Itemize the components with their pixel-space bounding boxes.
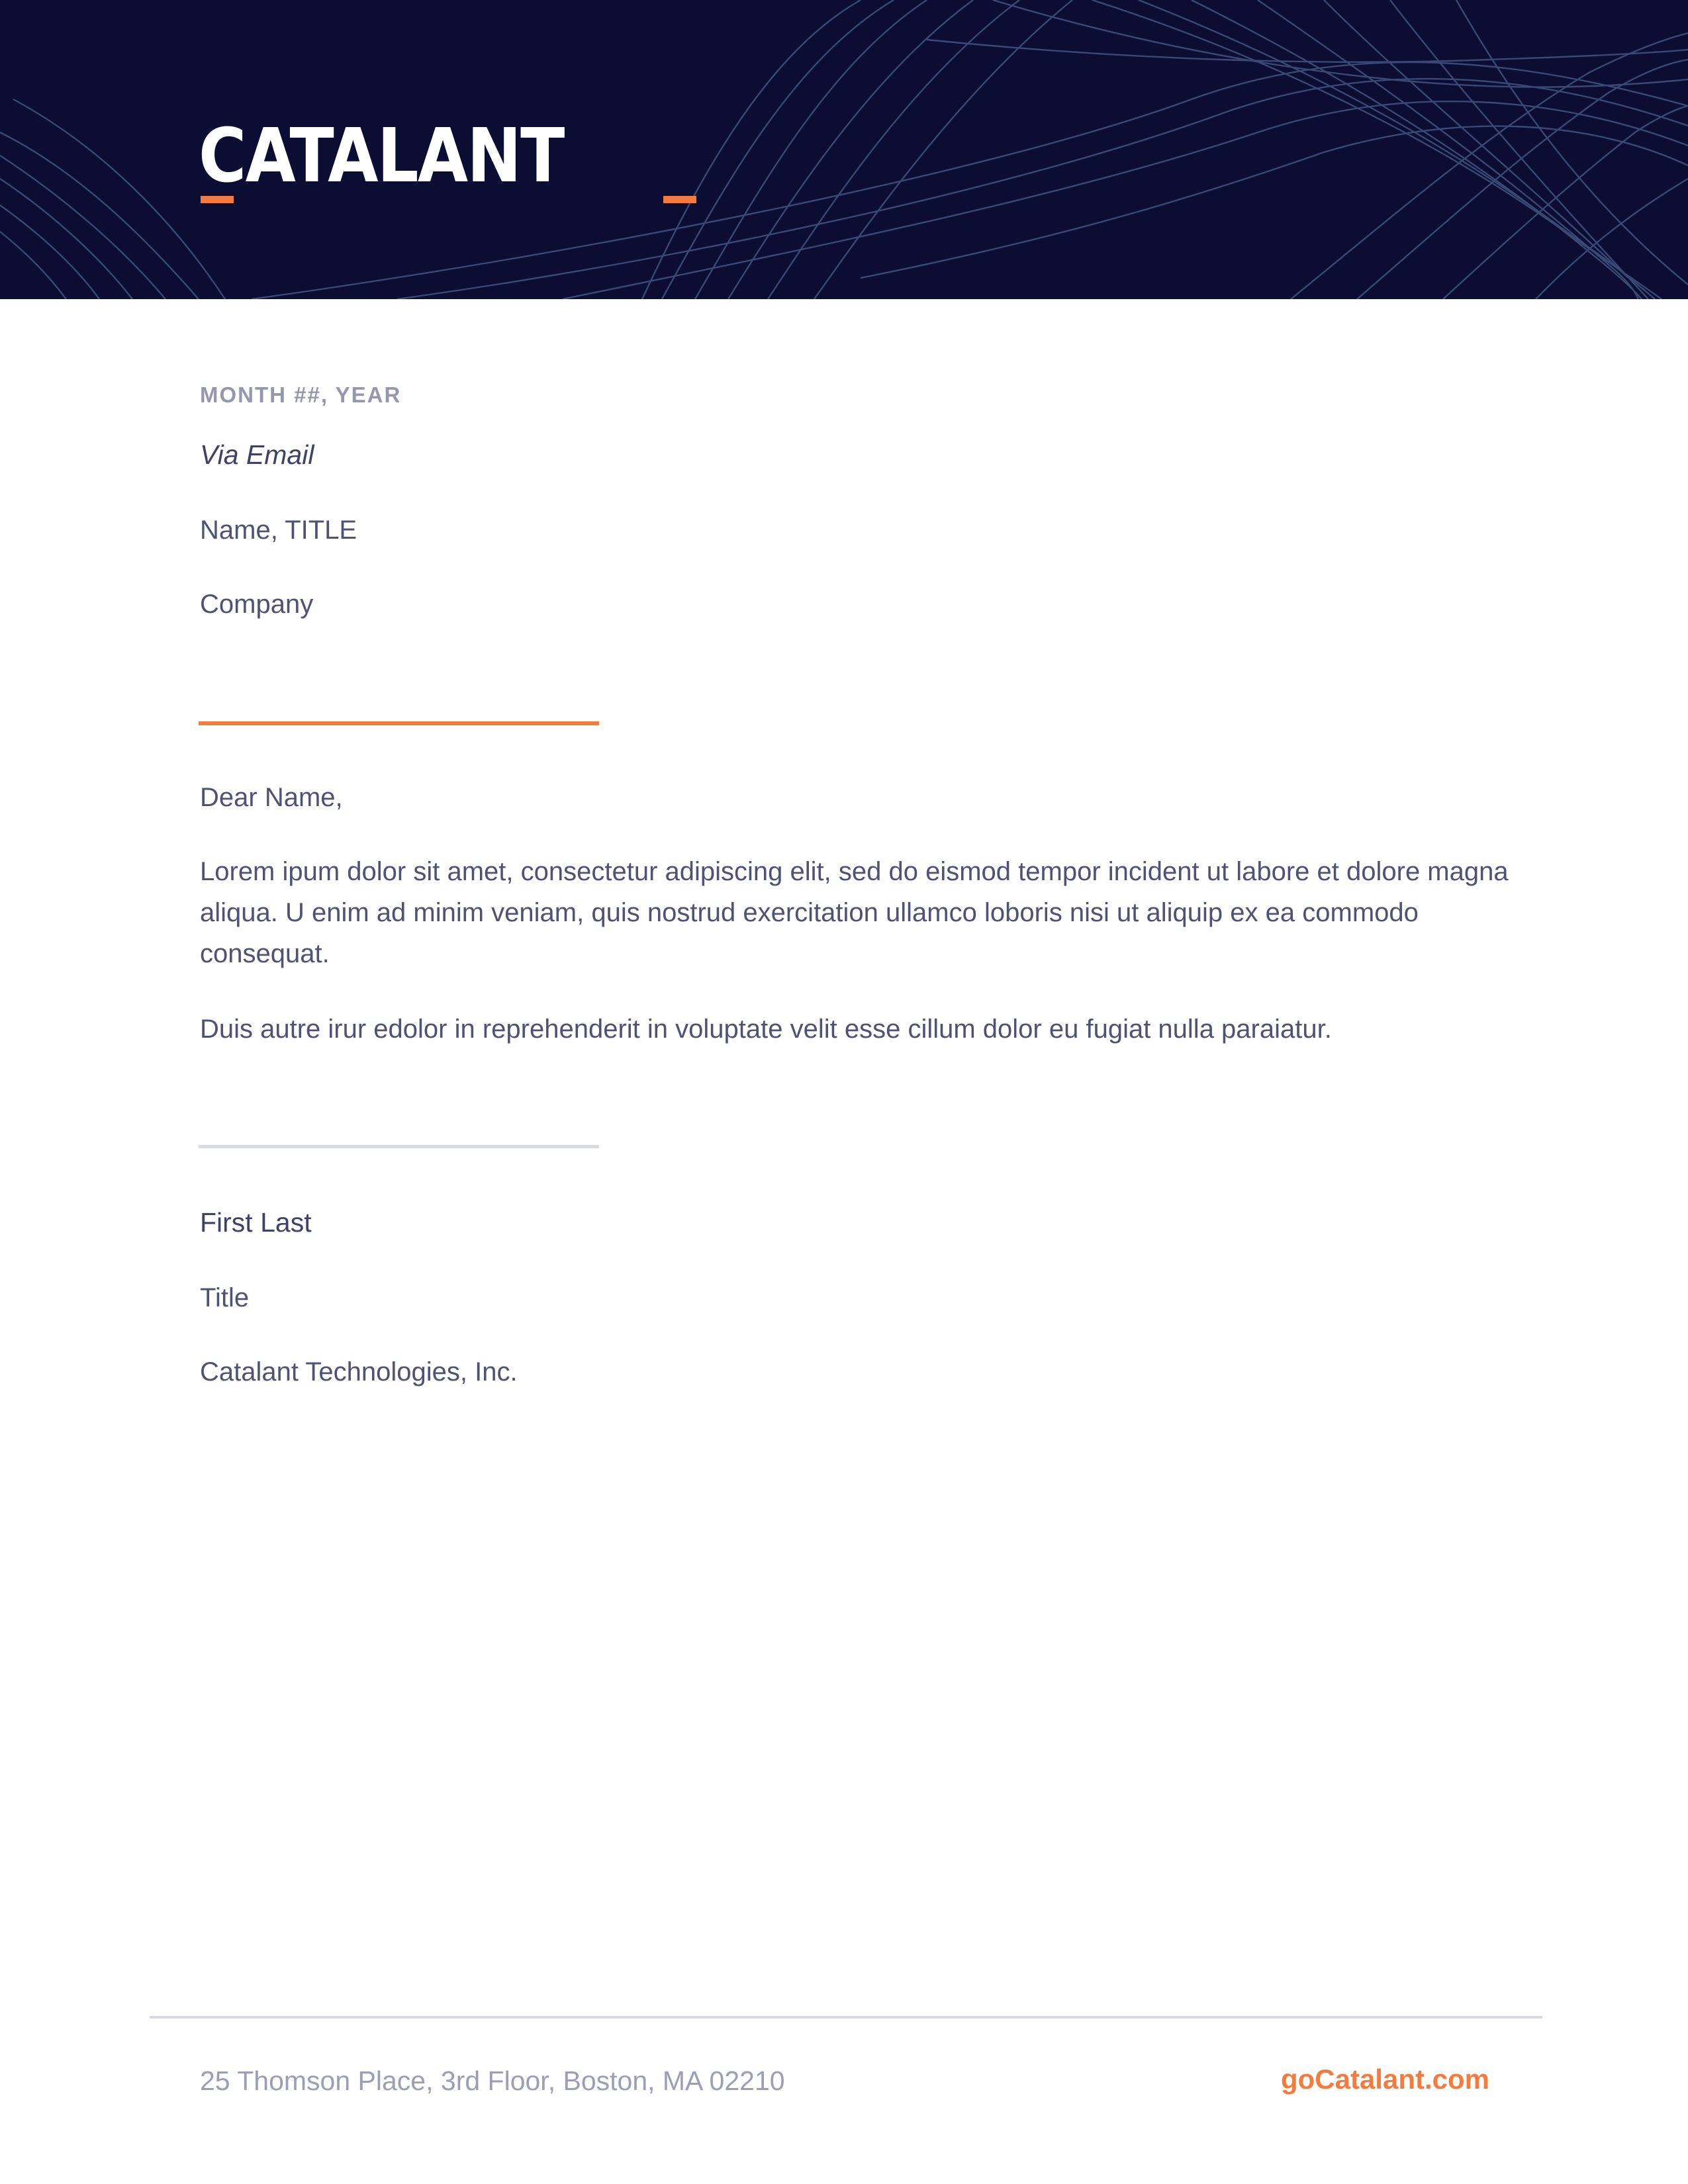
logo-accent-bar-right xyxy=(663,196,696,203)
body-paragraph-2: Duis autre irur edolor in reprehenderit … xyxy=(200,1015,1332,1044)
letter-date: MONTH ##, YEAR xyxy=(200,383,402,407)
footer-divider xyxy=(150,2016,1542,2019)
body-paragraph-1: Lorem ipum dolor sit amet, consectetur a… xyxy=(200,857,1509,968)
recipient-company: Company xyxy=(200,590,314,619)
recipient-name: Name, TITLE xyxy=(200,516,357,545)
orange-divider xyxy=(199,721,599,725)
catalant-logo: CATALANT xyxy=(199,116,696,209)
website-link[interactable]: goCatalant.com xyxy=(1281,2060,1489,2099)
logo-wordmark: CATALANT xyxy=(199,113,565,199)
signature-title: Title xyxy=(200,1283,250,1312)
delivery-method: Via Email xyxy=(200,439,314,470)
logo-accent-bar-left xyxy=(201,196,234,203)
salutation: Dear Name, xyxy=(200,783,343,812)
signature-company: Catalant Technologies, Inc. xyxy=(200,1357,518,1387)
footer-address: 25 Thomson Place, 3rd Floor, Boston, MA … xyxy=(200,2066,785,2096)
signature-divider xyxy=(199,1145,599,1148)
letterhead-banner: CATALANT xyxy=(0,0,1688,299)
signature-name: First Last xyxy=(200,1207,312,1238)
